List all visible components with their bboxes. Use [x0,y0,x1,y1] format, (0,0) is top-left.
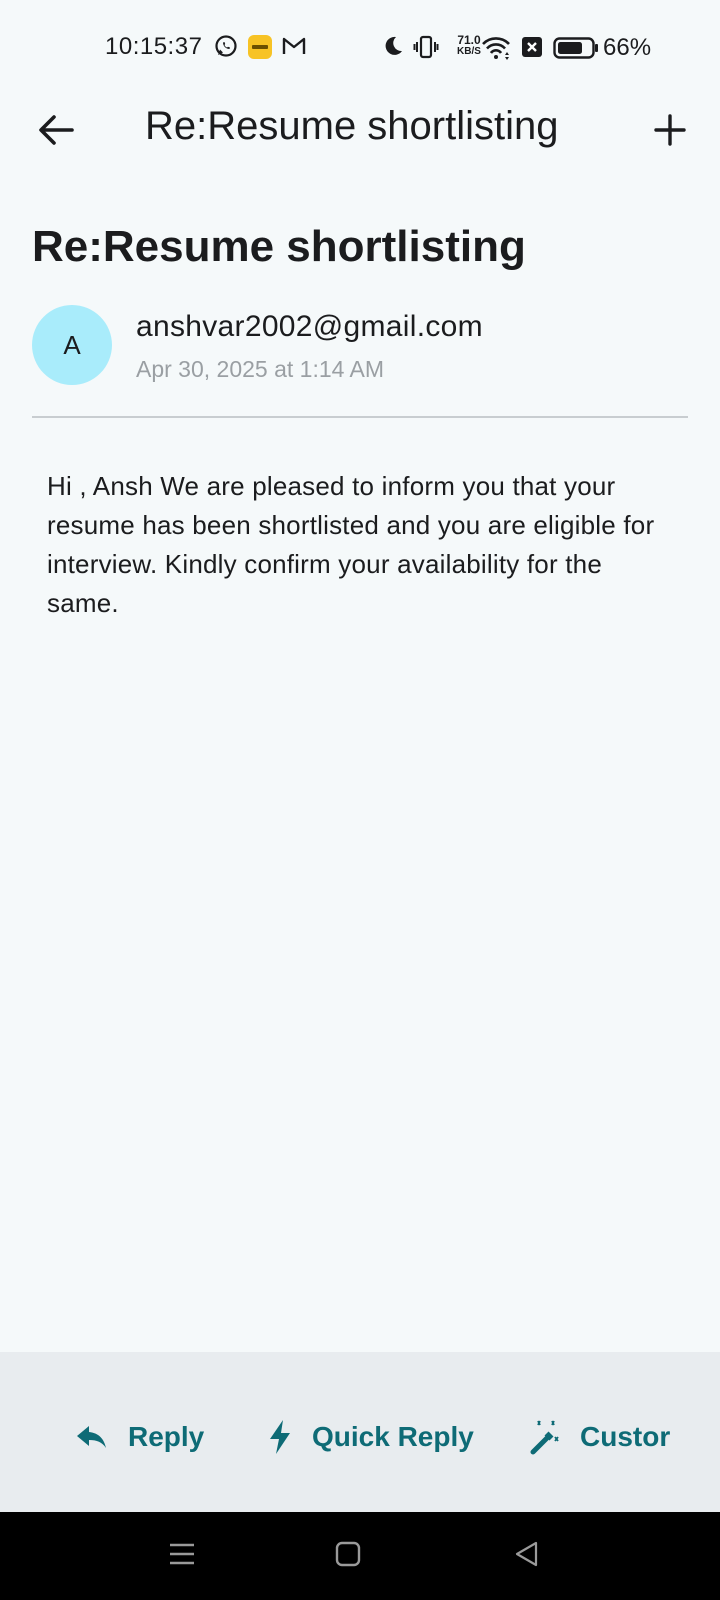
status-time: 10:15:37 [105,33,203,60]
wifi-icon [481,36,511,60]
reply-button[interactable]: Reply [76,1412,204,1462]
whatsapp-icon [214,34,238,58]
header-divider [32,416,688,418]
app-icon [247,34,273,60]
quick-reply-label: Quick Reply [312,1421,474,1452]
add-button[interactable] [644,106,696,158]
mail-subject: Re:Resume shortlisting [32,222,526,271]
sent-date: Apr 30, 2025 at 1:14 AM [136,356,385,382]
triangle-back-icon [514,1541,538,1572]
mail-body: Hi , Ansh We are pleased to inform you t… [47,471,655,618]
custom-label: Custor [580,1421,671,1452]
sender-email: anshvar2002@gmail.com [136,310,483,343]
custom-reply-button[interactable]: Custor [530,1412,670,1462]
home-button[interactable] [326,1534,370,1578]
close-box-icon [521,36,543,58]
app-bar: Re:Resume shortlisting [0,96,720,160]
lightning-icon [268,1419,292,1455]
status-bar: 10:15:37 71.0 KB/S 66% [0,0,720,96]
recents-button[interactable] [160,1534,204,1578]
gmail-icon [282,36,306,56]
battery-level: 66% [603,34,652,61]
vibrate-icon [413,35,439,59]
back-button[interactable] [30,106,82,158]
action-bar: Reply Quick Reply Custor [0,1352,720,1512]
reply-icon [76,1424,108,1450]
system-back-button[interactable] [504,1534,548,1578]
arrow-back-icon [38,114,74,151]
moon-icon [382,35,404,57]
app-bar-title: Re:Resume shortlisting [145,104,559,148]
square-icon [335,1541,361,1572]
quick-reply-button[interactable]: Quick Reply [268,1412,474,1462]
plus-icon [654,113,686,151]
avatar: A [32,305,112,385]
battery-icon [553,36,599,60]
navigation-bar [0,1512,720,1600]
reply-label: Reply [128,1421,205,1452]
menu-icon [169,1541,195,1572]
magic-wand-icon [530,1419,560,1455]
